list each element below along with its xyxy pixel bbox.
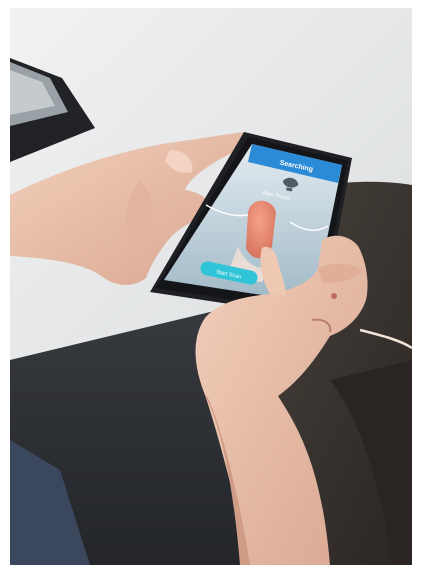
photo-scene: Searching Align Thumb Start Scan	[0, 0, 422, 575]
skin-mark	[331, 293, 337, 299]
